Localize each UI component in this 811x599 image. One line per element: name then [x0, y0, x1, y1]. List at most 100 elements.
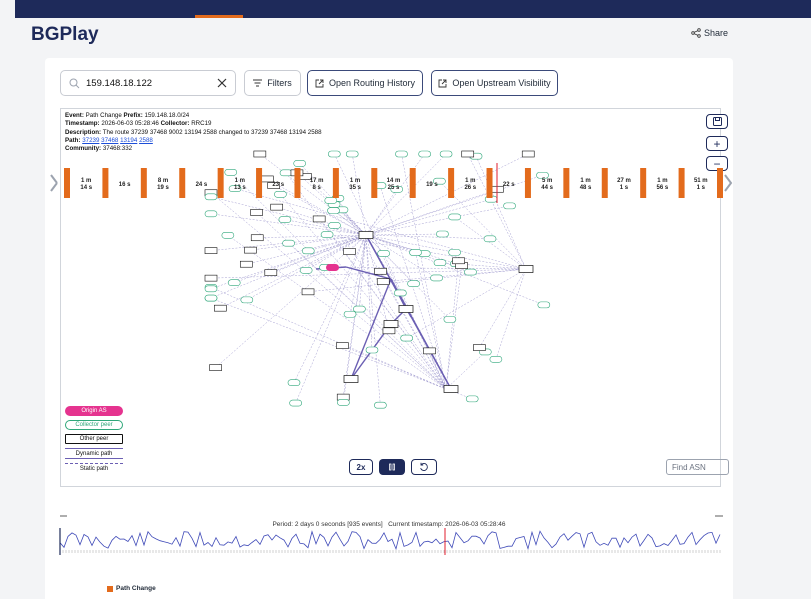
page: BGPlay Share 159.148.18.122 Filters Open… [15, 18, 811, 599]
path-change-bar [179, 168, 186, 198]
filters-button[interactable]: Filters [244, 70, 301, 96]
event-info: Event: Path Change Prefix: 159.148.18.0/… [65, 112, 322, 153]
open-routing-history-button[interactable]: Open Routing History [307, 70, 423, 96]
other-peer-node [270, 203, 284, 211]
other-peer-node [521, 150, 535, 158]
static-path-edge [337, 198, 447, 390]
share-button[interactable]: Share [691, 28, 728, 38]
static-path-edge [365, 233, 443, 236]
interval-label: 1 s [697, 185, 706, 191]
reset-button[interactable] [411, 459, 437, 475]
legend: Origin AS Collector peer Other peer Dyna… [65, 406, 123, 478]
page-title: BGPlay [31, 24, 99, 45]
routing-label: Open Routing History [328, 78, 416, 88]
search-input[interactable]: 159.148.18.122 [60, 70, 236, 96]
interval-label: 5 m [542, 178, 552, 184]
path-asn-link[interactable]: 37239 [82, 137, 99, 144]
event-value: Path Change [85, 112, 122, 119]
collector-peer-node [374, 401, 387, 409]
other-peer-node [461, 150, 475, 158]
interval-label: 8 s [313, 185, 322, 191]
zoom-in-button[interactable]: + [706, 136, 728, 151]
interval-label: 14 s [80, 185, 92, 191]
collector-peer-node [394, 289, 407, 297]
collector-peer-node [299, 267, 313, 274]
collector-peer-node [430, 274, 443, 282]
path-change-bar [448, 168, 455, 198]
interval-label: 19 s [157, 185, 169, 191]
interval-label: 26 s [464, 185, 476, 191]
interval-label: 22 s [503, 182, 515, 188]
other-peer-node [376, 278, 390, 285]
other-peer-node [264, 269, 278, 276]
collector-peer-node [448, 249, 461, 256]
peer-node [398, 305, 414, 313]
save-image-button[interactable] [706, 114, 728, 129]
timeline: Period: 2 days 0 seconds [935 events] Cu… [45, 493, 733, 599]
pause-button[interactable] [379, 459, 405, 475]
other-peer-node [382, 327, 396, 335]
collector-peer-node [537, 301, 551, 309]
collector-peer-node [282, 239, 295, 247]
path-change-bar [140, 168, 147, 198]
collector-peer-node [227, 279, 241, 287]
static-path-edge [479, 268, 527, 348]
collector-peer-node [204, 285, 218, 293]
open-upstream-visibility-button[interactable]: Open Upstream Visibility [431, 70, 558, 96]
static-path-edge [445, 351, 486, 390]
static-path-edge [210, 192, 447, 390]
collector-peer-node [240, 296, 254, 304]
legend-static-path: Static path [65, 463, 123, 474]
timeline-chart[interactable] [45, 493, 733, 599]
static-path-edge [257, 234, 367, 238]
other-peer-node [204, 274, 218, 282]
legend-origin-as: Origin AS [65, 406, 123, 416]
event-label: Event: [65, 112, 84, 119]
community-label: Community: [65, 145, 102, 153]
peer-node [518, 265, 534, 273]
other-peer-node [423, 347, 436, 355]
collector-peer-node [483, 235, 497, 243]
scroll-right-icon [724, 174, 733, 192]
interval-label: 51 m [694, 178, 708, 184]
event-type-label: Path Change [116, 585, 156, 592]
rotate-ccw-icon [420, 462, 428, 471]
interval-label: 25 s [388, 185, 400, 191]
interval-label: 35 s [349, 185, 361, 191]
pause-icon [389, 463, 395, 471]
upstream-label: Open Upstream Visibility [452, 78, 551, 88]
collector-peer-node [409, 249, 422, 256]
collector-peer-node [327, 207, 340, 214]
event-bars-chart[interactable]: 1 m14 s 16 s8 m19 s 24 s1 m13 s 23 s17 m8 s… [45, 163, 733, 203]
collector-value: RRC19 [191, 120, 212, 128]
static-path-edge [383, 268, 527, 282]
path-change-bar [332, 168, 339, 198]
path-change-bar [64, 168, 70, 198]
interval-label: 1 m [580, 178, 590, 184]
path-change-bar [371, 168, 378, 198]
filters-label: Filters [267, 78, 292, 88]
clear-icon[interactable] [217, 78, 227, 88]
collector-peer-node [345, 150, 359, 158]
interval-label: 24 s [196, 182, 208, 188]
prefix-value: 159.148.18.0/24 [144, 112, 190, 119]
path-asn-link[interactable]: 13194 [120, 137, 137, 144]
interval-label: 1 m [235, 178, 245, 184]
path-change-bar [217, 168, 224, 198]
interval-label: 13 s [234, 185, 246, 191]
collector-peer-node [204, 294, 218, 302]
peer-node [383, 320, 399, 328]
path-change-bar [294, 168, 301, 198]
speed-button[interactable]: 2x [349, 459, 373, 475]
collector-peer-node [465, 395, 479, 403]
filter-icon [253, 79, 263, 87]
timestamp-label: Timestamp: [65, 120, 100, 128]
path-asn-link[interactable]: 2588 [139, 137, 153, 144]
collector-peer-node [328, 222, 341, 229]
activity-sparkline [59, 530, 721, 553]
find-asn-input[interactable]: Find ASN [666, 459, 729, 475]
path-asn-link[interactable]: 37468 [101, 137, 118, 144]
share-icon [691, 28, 701, 38]
peer-node [343, 375, 359, 383]
legend-dynamic-path: Dynamic path [65, 448, 123, 459]
